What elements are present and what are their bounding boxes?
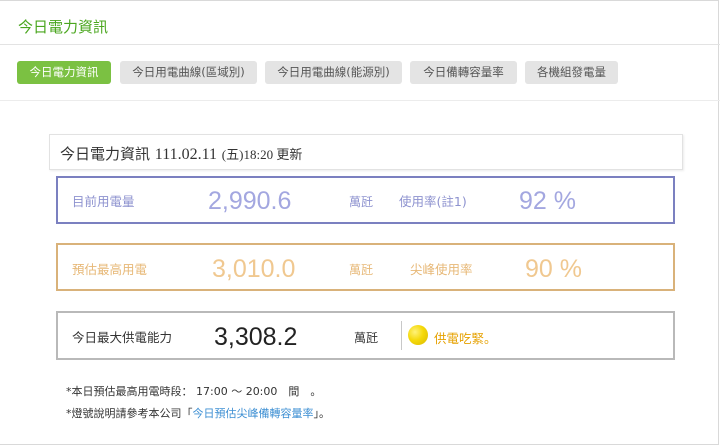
tab-reserve-margin[interactable]: 今日備轉容量率 bbox=[410, 61, 517, 84]
note-peak-period: *本日預估最高用電時段： 17:00 ～ 20:00 間 。 bbox=[66, 385, 322, 398]
current-load-value: 2,990.6 bbox=[208, 187, 292, 215]
supply-capacity-panel: 今日最大供電能力 3,308.2 萬瓩 供電吃緊。 bbox=[56, 311, 675, 360]
supply-status-text: 供電吃緊。 bbox=[434, 331, 497, 346]
tab-load-curve-region[interactable]: 今日用電曲線(區域別) bbox=[120, 61, 257, 84]
info-title-box: 今日電力資訊 111.02.11 (五)18:20 更新 bbox=[49, 134, 683, 170]
forecast-peak-panel: 預估最高用電 3,010.0 萬瓩 尖峰使用率 90 % bbox=[56, 243, 675, 291]
forecast-peak-value: 3,010.0 bbox=[212, 255, 296, 283]
supply-capacity-label: 今日最大供電能力 bbox=[72, 330, 173, 345]
usage-rate-label: 使用率(註1) bbox=[399, 194, 467, 209]
current-load-panel: 目前用電量 2,990.6 萬瓩 使用率(註1) 92 % bbox=[56, 176, 675, 224]
note-lamp-explanation: *燈號說明請參考本公司「今日預估尖峰備轉容量率」。 bbox=[66, 405, 330, 421]
note-lamp-prefix: *燈號說明請參考本公司「 bbox=[66, 407, 193, 420]
forecast-peak-label: 預估最高用電 bbox=[72, 262, 148, 277]
peak-usage-rate-label: 尖峰使用率 bbox=[410, 262, 473, 277]
forecast-peak-unit: 萬瓩 bbox=[349, 263, 374, 277]
usage-rate-value: 92 % bbox=[519, 187, 576, 215]
header-divider bbox=[0, 44, 720, 45]
tab-today-power-info[interactable]: 今日電力資訊 bbox=[17, 61, 111, 84]
supply-capacity-unit: 萬瓩 bbox=[354, 331, 379, 345]
status-lamp-icon bbox=[408, 325, 428, 345]
supply-capacity-value: 3,308.2 bbox=[214, 323, 298, 351]
content-divider bbox=[0, 100, 720, 101]
current-load-unit: 萬瓩 bbox=[349, 195, 374, 209]
panel-separator bbox=[401, 321, 402, 350]
reserve-margin-link[interactable]: 今日預估尖峰備轉容量率 bbox=[193, 407, 314, 420]
info-weekday: (五) bbox=[221, 147, 244, 162]
note-lamp-suffix: 」。 bbox=[313, 407, 331, 420]
tab-unit-generation[interactable]: 各機組發電量 bbox=[525, 61, 618, 84]
tab-load-curve-energy[interactable]: 今日用電曲線(能源別) bbox=[265, 61, 402, 84]
peak-usage-rate-value: 90 % bbox=[525, 255, 582, 283]
current-load-label: 目前用電量 bbox=[72, 194, 135, 209]
info-date: 111.02.11 bbox=[154, 146, 218, 163]
info-title-text: 今日電力資訊 bbox=[60, 145, 151, 163]
info-update-time: 18:20 更新 bbox=[243, 147, 303, 162]
info-title: 今日電力資訊 111.02.11 (五)18:20 更新 bbox=[60, 143, 302, 164]
page-title: 今日電力資訊 bbox=[18, 18, 109, 36]
